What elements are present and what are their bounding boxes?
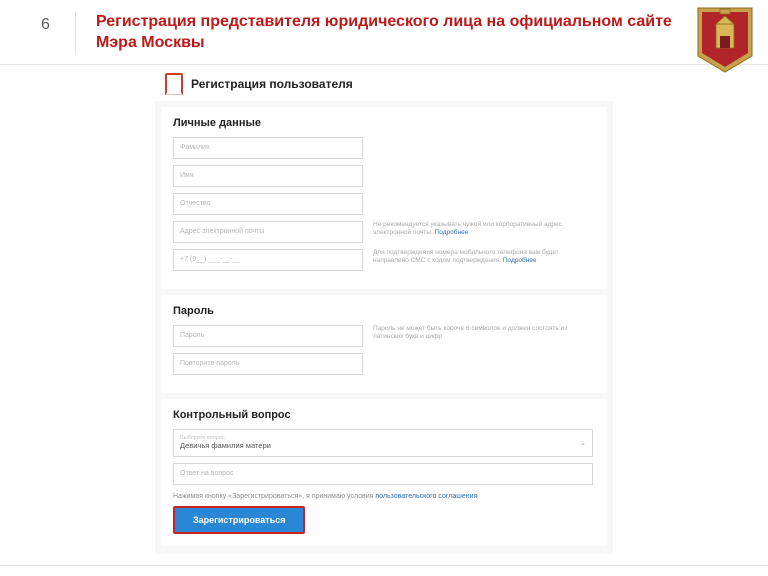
phone-hint-link[interactable]: Подробнее [503, 257, 537, 264]
answer-field[interactable]: Ответ на вопрос [173, 463, 593, 485]
password-field[interactable]: Пароль [173, 325, 363, 347]
submit-button[interactable]: Зарегистрироваться [175, 508, 303, 532]
footer-divider [0, 565, 768, 566]
submit-highlight: Зарегистрироваться [173, 506, 305, 534]
question-heading: Контрольный вопрос [173, 409, 595, 421]
phone-field[interactable]: +7 (9__) ___-__-__ [173, 249, 363, 271]
password-section: Пароль Пароль Пароль не может быть короч… [161, 295, 607, 393]
moscow-emblem-icon [696, 6, 754, 74]
slide-title: Регистрация представителя юридического л… [76, 12, 752, 54]
email-hint-link[interactable]: Подробнее [435, 229, 469, 236]
form-title: Регистрация пользователя [191, 77, 353, 91]
email-hint: Не рекомендуется указывать чужой или кор… [373, 221, 595, 238]
consent-text: Нажимая кнопку «Зарегистрироваться», я п… [173, 493, 595, 500]
question-select[interactable]: Выберите вопрос Девичья фамилия матери ⌄ [173, 429, 593, 457]
bookmark-icon [165, 73, 183, 95]
phone-hint: Для подтверждения номера мобильного теле… [373, 249, 595, 266]
consent-link[interactable]: пользовательского соглашения [375, 493, 477, 500]
page-number: 6 [16, 12, 76, 54]
form-header: Регистрация пользователя [155, 65, 613, 101]
password-repeat-field[interactable]: Повторите пароль [173, 353, 363, 375]
chevron-down-icon: ⌄ [580, 439, 586, 447]
registration-form-screenshot: Регистрация пользователя Личные данные Ф… [155, 65, 613, 554]
personal-data-section: Личные данные Фамилия Имя Отчество Адрес… [161, 107, 607, 289]
slide-header: 6 Регистрация представителя юридического… [0, 0, 768, 65]
patronymic-field[interactable]: Отчество [173, 193, 363, 215]
question-section: Контрольный вопрос Выберите вопрос Девич… [161, 399, 607, 546]
surname-field[interactable]: Фамилия [173, 137, 363, 159]
password-hint: Пароль не может быть короче 6 символов и… [373, 325, 595, 342]
password-heading: Пароль [173, 305, 595, 317]
email-field[interactable]: Адрес электронной почты [173, 221, 363, 243]
name-field[interactable]: Имя [173, 165, 363, 187]
personal-heading: Личные данные [173, 117, 595, 129]
